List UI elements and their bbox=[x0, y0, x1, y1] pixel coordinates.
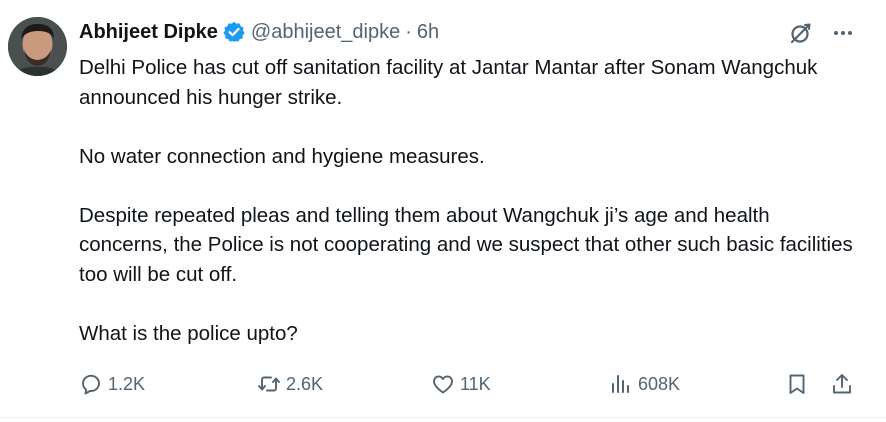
like-button[interactable]: 11K bbox=[431, 370, 491, 398]
avatar[interactable] bbox=[8, 17, 67, 76]
share-button[interactable] bbox=[830, 370, 859, 398]
tweet-paragraph: Delhi Police has cut off sanitation faci… bbox=[79, 56, 818, 109]
like-count: 11K bbox=[460, 373, 491, 394]
verified-badge-icon[interactable] bbox=[223, 21, 245, 43]
bookmark-icon bbox=[789, 374, 805, 394]
repost-button[interactable]: 2.6K bbox=[257, 370, 323, 398]
more-icon[interactable] bbox=[830, 20, 856, 46]
tweet-paragraph: Despite repeated pleas and telling them … bbox=[79, 203, 853, 286]
views-chart-icon bbox=[612, 375, 629, 393]
view-count: 608K bbox=[638, 373, 681, 394]
repost-count: 2.6K bbox=[286, 373, 324, 394]
reply-button[interactable]: 1.2K bbox=[79, 370, 145, 398]
repost-icon bbox=[258, 376, 280, 392]
tweet-paragraph: No water connection and hygiene measures… bbox=[79, 144, 485, 168]
reply-count: 1.2K bbox=[108, 373, 146, 394]
share-icon bbox=[833, 374, 851, 394]
tweet-header: Abhijeet Dipke @abhijeet_dipke · 6h bbox=[79, 18, 859, 46]
timestamp[interactable]: 6h bbox=[417, 18, 439, 46]
tweet-paragraph: What is the police upto? bbox=[79, 321, 298, 345]
author-handle[interactable]: @abhijeet_dipke bbox=[251, 18, 400, 46]
bookmark-button[interactable] bbox=[785, 370, 814, 398]
tweet-actions: 1.2K 2.6K 11K 608K bbox=[79, 370, 859, 398]
tweet: Abhijeet Dipke @abhijeet_dipke · 6h Delh… bbox=[0, 0, 886, 422]
tweet-content: Abhijeet Dipke @abhijeet_dipke · 6h Delh… bbox=[79, 18, 859, 348]
reply-icon bbox=[82, 374, 100, 395]
tweet-text: Delhi Police has cut off sanitation faci… bbox=[79, 53, 859, 348]
separator-dot: · bbox=[405, 21, 412, 43]
grok-icon[interactable] bbox=[788, 20, 814, 46]
heart-icon bbox=[433, 375, 453, 394]
views-button[interactable]: 608K bbox=[609, 370, 680, 398]
divider bbox=[0, 417, 886, 418]
author-name[interactable]: Abhijeet Dipke bbox=[79, 18, 218, 46]
